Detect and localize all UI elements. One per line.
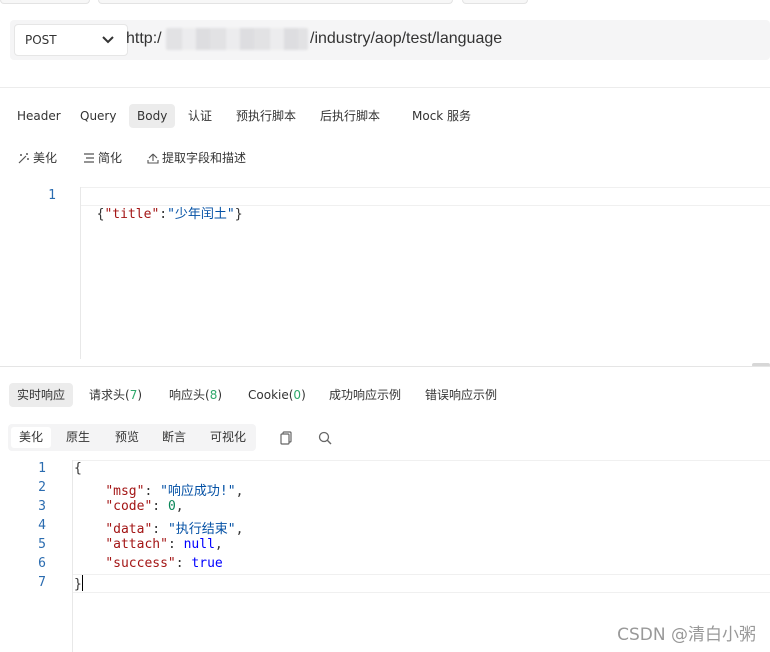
list-icon	[84, 153, 94, 163]
view-beautify[interactable]: 美化	[11, 427, 52, 448]
view-assert[interactable]: 断言	[162, 427, 186, 448]
beautify-label: 美化	[33, 151, 58, 165]
section-divider	[0, 366, 770, 367]
method-select[interactable]: POST	[14, 24, 128, 56]
tab-query[interactable]: Query	[80, 104, 116, 128]
url-path[interactable]: /industry/aop/test/language	[310, 30, 502, 48]
copy-icon[interactable]	[278, 430, 294, 446]
url-host-redacted	[166, 28, 308, 50]
tab-request-headers[interactable]: 请求头(7)	[89, 383, 142, 407]
tab-success-example[interactable]: 成功响应示例	[329, 383, 401, 407]
view-raw[interactable]: 原生	[66, 427, 90, 448]
extract-fields-button[interactable]: 提取字段和描述	[147, 150, 246, 166]
line-number: 2	[38, 480, 46, 495]
response-current-line	[73, 574, 770, 575]
chevron-down-icon	[102, 36, 114, 44]
tab-mock-service[interactable]: Mock 服务	[412, 104, 471, 128]
search-icon[interactable]	[317, 430, 333, 446]
tab-post-script[interactable]: 后执行脚本	[320, 104, 380, 128]
simplify-button[interactable]: 简化	[83, 150, 122, 166]
response-line-data[interactable]: "data": "执行结束",	[74, 518, 243, 537]
response-line-msg[interactable]: "msg": "响应成功!",	[74, 480, 243, 499]
top-tab-2[interactable]	[98, 0, 453, 4]
response-editor-top	[73, 460, 770, 461]
response-line-open[interactable]: {	[74, 461, 82, 476]
line-number: 5	[38, 537, 46, 552]
tab-response-headers[interactable]: 响应头(8)	[169, 383, 222, 407]
view-mode-group: 美化 原生 预览 断言 可视化	[8, 424, 256, 451]
divider	[0, 87, 770, 88]
magic-wand-icon	[18, 153, 29, 164]
line-number: 1	[38, 461, 46, 476]
beautify-button[interactable]: 美化	[18, 150, 57, 166]
simplify-label: 简化	[98, 151, 123, 165]
tab-cookie[interactable]: Cookie(0)	[248, 383, 306, 407]
response-line-code[interactable]: "code": 0,	[74, 499, 183, 514]
response-line-success[interactable]: "success": true	[74, 556, 222, 571]
view-preview[interactable]: 预览	[115, 427, 139, 448]
line-number: 4	[38, 518, 46, 533]
response-current-line-bottom	[73, 592, 770, 593]
line-number: 6	[38, 556, 46, 571]
top-tab-3[interactable]	[462, 0, 528, 4]
body-editor-line[interactable]: {"title":"少年闰土"}	[81, 188, 243, 222]
url-prefix[interactable]: http:/	[126, 30, 162, 48]
response-line-attach[interactable]: "attach": null,	[74, 537, 222, 552]
tab-header[interactable]: Header	[17, 104, 61, 128]
tab-error-example[interactable]: 错误响应示例	[425, 383, 497, 407]
response-editor-gutter	[72, 460, 73, 652]
tab-auth[interactable]: 认证	[188, 104, 212, 128]
text-caret	[81, 575, 83, 591]
response-line-close[interactable]: }	[74, 575, 83, 592]
method-label: POST	[25, 33, 57, 47]
tab-realtime-response[interactable]: 实时响应	[9, 383, 74, 407]
url-bar: POST http:/ /industry/aop/test/language	[10, 20, 770, 60]
upload-icon	[147, 153, 159, 164]
tab-body[interactable]: Body	[129, 104, 176, 128]
view-visualize[interactable]: 可视化	[210, 427, 246, 448]
extract-fields-label: 提取字段和描述	[162, 151, 247, 165]
line-number: 3	[38, 499, 46, 514]
watermark: CSDN @清白小粥	[617, 625, 756, 645]
tab-pre-script[interactable]: 预执行脚本	[236, 104, 296, 128]
line-number: 7	[38, 575, 46, 590]
top-tab-1[interactable]	[0, 0, 90, 4]
line-number: 1	[48, 188, 56, 203]
